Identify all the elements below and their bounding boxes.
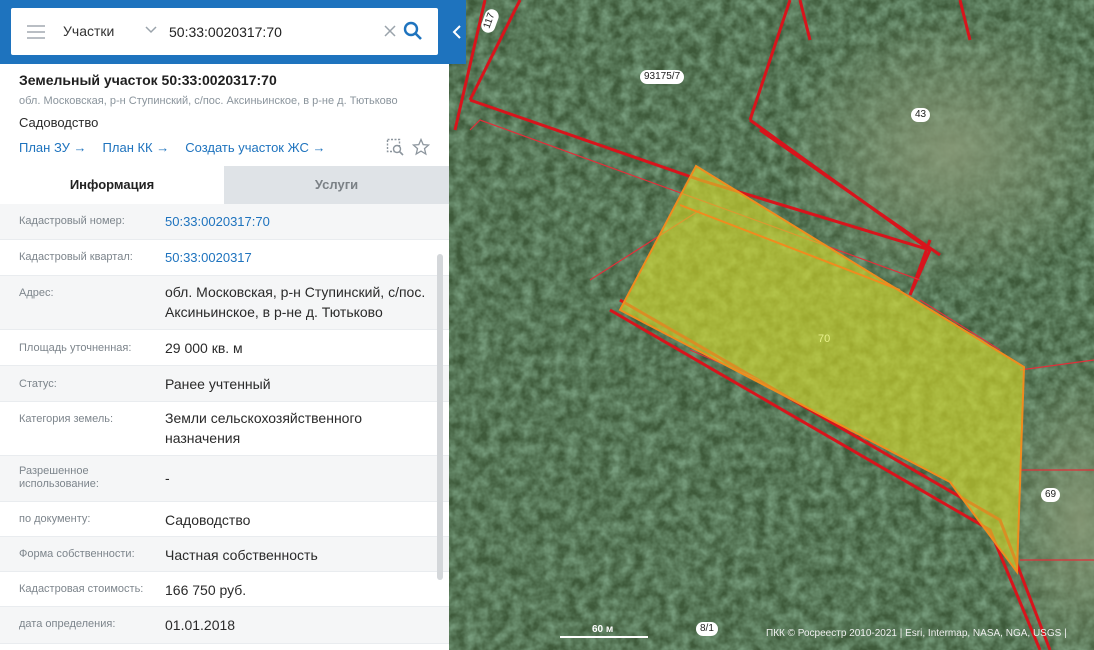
info-label: Адрес: (19, 287, 54, 299)
chevron-down-icon (145, 26, 157, 34)
cadastral-quarter-link[interactable]: 50:33:0020317 (165, 248, 435, 268)
info-row: Разрешенное использование: - (0, 456, 449, 502)
info-row: Форма собственности: Частная собственнос… (0, 537, 449, 572)
info-value: Частная собственность (165, 547, 318, 563)
plan-kk-link[interactable]: План КК → (103, 140, 170, 155)
search-box: Участки (11, 8, 438, 55)
info-label: Разрешенное использование: (19, 465, 99, 490)
info-label: Форма собственности: (19, 548, 135, 560)
parcel-use: Садоводство (19, 115, 99, 130)
layer-select[interactable]: Участки (63, 8, 163, 55)
info-label: Кадастровый квартал: (19, 251, 133, 263)
info-label: Категория земель: (19, 413, 114, 425)
tab-services[interactable]: Услуги (224, 166, 449, 204)
info-value: 29 000 кв. м (165, 340, 243, 356)
map-parcel-label[interactable]: 93175/7 (640, 70, 685, 84)
info-label: дата определения: (19, 618, 116, 630)
info-panel: Участки Земельный участок 50:33:0020317:… (0, 0, 449, 650)
info-value: 166 750 руб. (165, 582, 247, 598)
scale-text: 60 м (592, 624, 614, 635)
info-row: Кадастровый номер: 50:33:0020317:70 (0, 204, 449, 240)
info-value: обл. Московская, р-н Ступинский, с/пос. … (165, 284, 426, 320)
info-row: дата определения: 01.01.2018 (0, 607, 449, 644)
info-value: Садоводство (165, 512, 251, 528)
hamburger-menu-icon[interactable] (27, 25, 45, 39)
parcel-address: обл. Московская, р-н Ступинский, с/пос. … (19, 95, 398, 107)
map-parcel-label-selected[interactable]: 70 (814, 332, 834, 346)
tab-bar: Информация Услуги (0, 166, 449, 204)
info-label: Статус: (19, 378, 57, 390)
scrollbar[interactable] (437, 254, 443, 580)
star-icon[interactable] (412, 138, 430, 156)
info-table: Кадастровый номер: 50:33:0020317:70 Када… (0, 204, 449, 650)
info-row: Категория земель: Земли сельскохозяйстве… (0, 402, 449, 456)
info-row: Адрес: обл. Московская, р-н Ступинский, … (0, 276, 449, 330)
info-row: Статус: Ранее учтенный (0, 366, 449, 402)
map-parcel-label[interactable]: 8/1 (696, 622, 718, 636)
info-label: Площадь уточненная: (19, 342, 132, 354)
info-row: Кадастровый квартал: 50:33:0020317 (0, 240, 449, 276)
collapse-panel-button[interactable] (449, 0, 466, 64)
info-row: Кадастровая стоимость: 166 750 руб. (0, 572, 449, 607)
info-value: Земли сельскохозяйственного назначения (165, 410, 363, 446)
info-value: - (165, 470, 170, 486)
info-value: Ранее учтенный (165, 376, 271, 392)
search-plot-icon[interactable] (386, 138, 404, 156)
search-input[interactable] (169, 18, 374, 45)
map-parcel-label[interactable]: 69 (1041, 488, 1061, 502)
scale-bar: 60 м (560, 624, 648, 638)
info-value: 01.01.2018 (165, 617, 236, 633)
cadastral-number-link[interactable]: 50:33:0020317:70 (165, 212, 435, 232)
info-row: Площадь уточненная: 29 000 кв. м (0, 330, 449, 366)
search-bar: Участки (0, 0, 449, 64)
parcel-title: Земельный участок 50:33:0020317:70 (19, 72, 277, 88)
info-label: Кадастровая стоимость: (19, 583, 144, 595)
create-parcel-link[interactable]: Создать участок ЖС → (185, 140, 325, 155)
tab-info[interactable]: Информация (0, 166, 224, 204)
layer-select-value: Участки (63, 23, 115, 39)
chevron-left-icon (452, 25, 461, 39)
search-icon[interactable] (403, 21, 423, 41)
parcel-header: Земельный участок 50:33:0020317:70 обл. … (19, 72, 439, 130)
info-row: по документу: Садоводство (0, 502, 449, 537)
map-attribution: ПКК © Росреестр 2010-2021 | Esri, Interm… (766, 628, 1067, 639)
parcel-links: План ЗУ → План КК → Создать участок ЖС → (19, 140, 341, 155)
info-label: Кадастровый номер: (19, 215, 125, 227)
scale-line (560, 636, 648, 638)
close-icon[interactable] (383, 24, 397, 38)
info-label: по документу: (19, 513, 91, 525)
map-parcel-label[interactable]: 43 (911, 108, 931, 122)
plan-zu-link[interactable]: План ЗУ → (19, 140, 87, 155)
